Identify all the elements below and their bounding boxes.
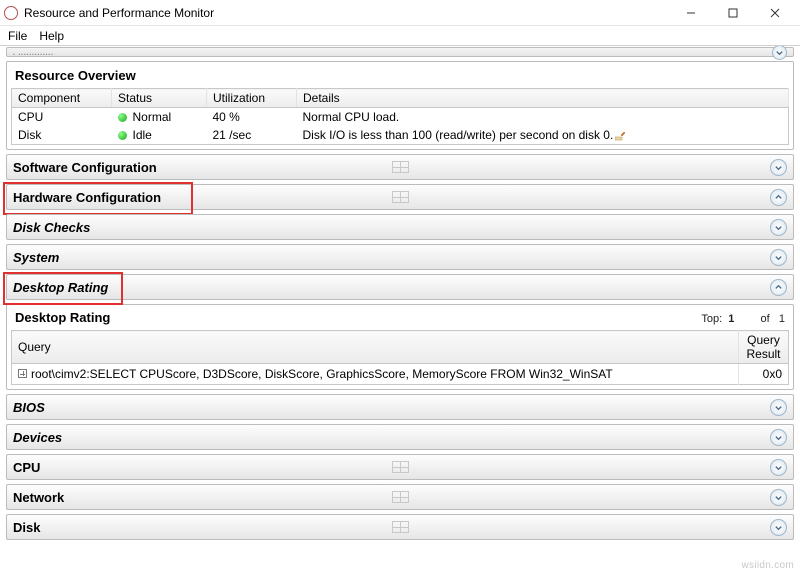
status-dot-green-icon xyxy=(118,131,127,140)
section-label: Disk Checks xyxy=(13,220,90,235)
chevron-down-icon[interactable] xyxy=(770,159,787,176)
section-software-configuration[interactable]: Software Configuration xyxy=(6,154,794,180)
table-icon xyxy=(390,520,410,534)
section-hardware-configuration[interactable]: Hardware Configuration xyxy=(6,184,794,210)
section-system[interactable]: System xyxy=(6,244,794,270)
table-icon xyxy=(390,160,410,174)
table-row: Disk Idle 21 /sec Disk I/O is less than … xyxy=(12,126,789,145)
minimize-button[interactable] xyxy=(670,0,712,26)
app-icon xyxy=(4,6,18,20)
col-component: Component xyxy=(12,89,112,108)
table-header-row: Query Query Result xyxy=(12,331,789,364)
maximize-button[interactable] xyxy=(712,0,754,26)
section-disk[interactable]: Disk xyxy=(6,514,794,540)
panel-pagination: Top: 1 of 1 xyxy=(701,313,785,325)
resource-overview-table: Component Status Utilization Details CPU… xyxy=(11,88,789,145)
section-disk-checks[interactable]: Disk Checks xyxy=(6,214,794,240)
table-icon xyxy=(390,460,410,474)
col-query: Query xyxy=(12,331,739,364)
expand-icon[interactable] xyxy=(18,369,27,378)
table-header-row: Component Status Utilization Details xyxy=(12,89,789,108)
section-label: Software Configuration xyxy=(13,160,157,175)
section-label: BIOS xyxy=(13,400,45,415)
col-status: Status xyxy=(112,89,207,108)
cutoff-label: . ............. xyxy=(13,48,54,57)
chevron-down-icon[interactable] xyxy=(770,429,787,446)
section-label: System xyxy=(13,250,59,265)
section-devices[interactable]: Devices xyxy=(6,424,794,450)
content-area: . ............. Resource Overview Compon… xyxy=(0,46,800,560)
window-titlebar: Resource and Performance Monitor xyxy=(0,0,800,26)
chevron-up-icon[interactable] xyxy=(770,189,787,206)
chevron-down-icon[interactable] xyxy=(770,399,787,416)
chevron-up-icon[interactable] xyxy=(770,279,787,296)
chevron-down-icon[interactable] xyxy=(770,219,787,236)
section-desktop-rating[interactable]: Desktop Rating xyxy=(6,274,794,300)
cell-util: 21 /sec xyxy=(207,126,297,145)
menu-file[interactable]: File xyxy=(8,29,27,43)
resource-overview-title: Resource Overview xyxy=(7,62,793,84)
cell-status: Idle xyxy=(112,126,207,145)
section-label: Hardware Configuration xyxy=(13,190,161,205)
section-cpu[interactable]: CPU xyxy=(6,454,794,480)
query-table: Query Query Result root\cimv2:SELECT CPU… xyxy=(11,330,789,385)
chevron-down-icon[interactable] xyxy=(772,46,787,60)
menu-help[interactable]: Help xyxy=(39,29,64,43)
cell-query: root\cimv2:SELECT CPUScore, D3DScore, Di… xyxy=(12,364,739,385)
table-row: CPU Normal 40 % Normal CPU load. xyxy=(12,108,789,127)
col-query-result: Query Result xyxy=(739,331,789,364)
close-button[interactable] xyxy=(754,0,796,26)
cell-details: Normal CPU load. xyxy=(297,108,789,127)
window-title: Resource and Performance Monitor xyxy=(24,6,670,20)
section-label: CPU xyxy=(13,460,40,475)
section-performance-cut[interactable]: . ............. xyxy=(6,47,794,57)
desktop-rating-panel: Desktop Rating Top: 1 of 1 Query Query R… xyxy=(6,304,794,390)
chevron-down-icon[interactable] xyxy=(770,459,787,476)
watermark: wsiidn.com xyxy=(742,560,794,571)
table-icon xyxy=(390,190,410,204)
panel-title: Desktop Rating xyxy=(15,310,701,325)
section-network[interactable]: Network xyxy=(6,484,794,510)
section-label: Network xyxy=(13,490,64,505)
cell-util: 40 % xyxy=(207,108,297,127)
section-label: Devices xyxy=(13,430,62,445)
section-label: Disk xyxy=(13,520,40,535)
menu-bar: File Help xyxy=(0,26,800,46)
table-row: root\cimv2:SELECT CPUScore, D3DScore, Di… xyxy=(12,364,789,385)
status-dot-green-icon xyxy=(118,113,127,122)
section-bios[interactable]: BIOS xyxy=(6,394,794,420)
cell-status: Normal xyxy=(112,108,207,127)
chevron-down-icon[interactable] xyxy=(770,519,787,536)
resource-overview-panel: Resource Overview Component Status Utili… xyxy=(6,61,794,150)
table-icon xyxy=(390,490,410,504)
window-controls xyxy=(670,0,796,26)
chevron-down-icon[interactable] xyxy=(770,249,787,266)
col-details: Details xyxy=(297,89,789,108)
panel-header: Desktop Rating Top: 1 of 1 xyxy=(7,305,793,326)
cell-component: CPU xyxy=(12,108,112,127)
chevron-down-icon[interactable] xyxy=(770,489,787,506)
cell-component: Disk xyxy=(12,126,112,145)
cell-query-result: 0x0 xyxy=(739,364,789,385)
section-label: Desktop Rating xyxy=(13,280,108,295)
edit-icon[interactable] xyxy=(615,130,626,141)
col-util: Utilization xyxy=(207,89,297,108)
cell-details: Disk I/O is less than 100 (read/write) p… xyxy=(297,126,789,145)
